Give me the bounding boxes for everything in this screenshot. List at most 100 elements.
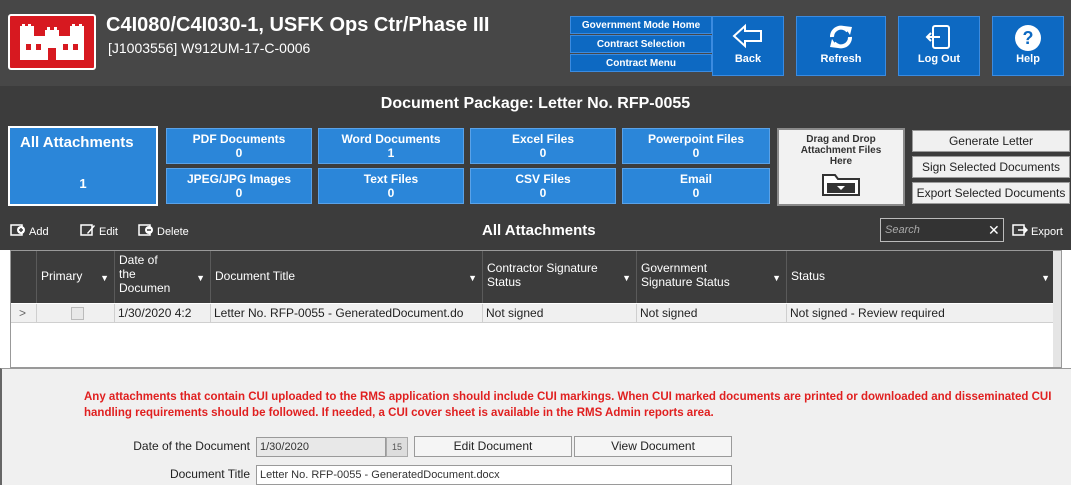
drag-drop-zone[interactable]: Drag and Drop Attachment Files Here [777, 128, 905, 206]
sign-selected-documents-button[interactable]: Sign Selected Documents [912, 156, 1070, 178]
status-cell: Not signed - Review required [790, 306, 945, 320]
tile-csv-files[interactable]: CSV Files 0 [470, 168, 616, 204]
column-header-contractor-signature[interactable]: Contractor Signature Status ▼ [483, 251, 637, 303]
refresh-button[interactable]: Refresh [796, 16, 886, 76]
tile-count: 1 [387, 146, 395, 160]
column-header-label: Contractor Signature Status [487, 261, 598, 289]
contractor-status-cell: Not signed [483, 304, 637, 323]
refresh-label: Refresh [820, 53, 862, 65]
filter-icon[interactable]: ▼ [772, 271, 781, 285]
add-label: Add [29, 225, 49, 238]
back-label: Back [734, 53, 762, 65]
edit-button[interactable]: Edit [80, 223, 118, 240]
tile-count: 0 [692, 146, 700, 160]
government-mode-home-link[interactable]: Government Mode Home [570, 16, 712, 34]
app-header: C4I080/C4I030-1, USFK Ops Ctr/Phase III … [0, 0, 1071, 86]
filter-icon[interactable]: ▼ [196, 271, 205, 285]
tile-email[interactable]: Email 0 [622, 168, 770, 204]
column-header-label: Primary [41, 269, 83, 283]
attachments-grid: Primary ▼ Date of the Documen ▼ Document… [10, 250, 1062, 368]
clear-search-icon[interactable]: ✕ [988, 222, 1000, 239]
column-header-status[interactable]: Status ▼ [787, 251, 1055, 303]
primary-cell [37, 304, 115, 323]
table-row[interactable]: > 1/30/2020 4:2 Letter No. RFP-0055 - Ge… [11, 304, 1061, 323]
date-label: Date of the Document [133, 439, 250, 453]
tile-word-documents[interactable]: Word Documents 1 [318, 128, 464, 164]
tile-text-files[interactable]: Text Files 0 [318, 168, 464, 204]
document-package-title: Document Package: Letter No. RFP-0055 [0, 86, 1071, 122]
date-cell: 1/30/2020 4:2 [115, 304, 211, 323]
contract-title: C4I080/C4I030-1, USFK Ops Ctr/Phase III [106, 14, 490, 36]
add-button[interactable]: Add [10, 223, 49, 240]
grid-scrollbar[interactable] [1053, 251, 1061, 367]
header-nav-links: Government Mode Home Contract Selection … [570, 16, 712, 73]
tile-powerpoint-files[interactable]: Powerpoint Files 0 [622, 128, 770, 164]
column-header-government-signature[interactable]: Government Signature Status ▼ [637, 251, 787, 303]
date-field[interactable]: 1/30/2020 [256, 437, 386, 457]
svg-text:?: ? [1023, 28, 1034, 48]
contract-selection-link[interactable]: Contract Selection [570, 35, 712, 53]
edit-icon [80, 223, 96, 240]
primary-checkbox[interactable] [71, 307, 84, 320]
tile-label: CSV Files [515, 172, 571, 186]
logout-label: Log Out [917, 53, 961, 65]
grid-header: Primary ▼ Date of the Documen ▼ Document… [11, 251, 1061, 303]
logout-button[interactable]: Log Out [898, 16, 980, 76]
folder-icon [779, 171, 903, 200]
column-header-label: Status [791, 269, 826, 283]
logout-icon [899, 17, 979, 53]
tile-label: Text Files [363, 172, 419, 186]
delete-label: Delete [157, 225, 189, 238]
cui-warning-notice: Any attachments that contain CUI uploade… [84, 391, 1052, 419]
filter-icon[interactable]: ▼ [1041, 271, 1050, 285]
drag-drop-label: Drag and Drop Attachment Files Here [800, 134, 882, 167]
tile-count: 0 [235, 146, 243, 160]
column-header-label: Date of the Documen [119, 253, 171, 295]
tile-all-attachments[interactable]: All Attachments 1 [8, 126, 158, 206]
tile-count: 0 [387, 186, 395, 200]
export-selected-documents-button[interactable]: Export Selected Documents [912, 182, 1070, 204]
refresh-icon [797, 17, 885, 53]
view-document-button[interactable]: View Document [574, 436, 732, 457]
tile-count: 0 [235, 186, 243, 200]
help-button[interactable]: ? Help [992, 16, 1064, 76]
grid-title: All Attachments [482, 222, 596, 239]
generate-letter-button[interactable]: Generate Letter [912, 130, 1070, 152]
delete-button[interactable]: Delete [138, 223, 189, 240]
column-header-document-title[interactable]: Document Title ▼ [211, 251, 483, 303]
row-selector-icon[interactable]: > [11, 304, 37, 323]
delete-icon [138, 223, 154, 240]
document-title-label: Document Title [169, 467, 250, 481]
edit-document-button[interactable]: Edit Document [414, 436, 572, 457]
tile-label: PDF Documents [192, 132, 286, 146]
tile-jpeg-images[interactable]: JPEG/JPG Images 0 [166, 168, 312, 204]
filter-icon[interactable]: ▼ [622, 271, 631, 285]
tile-count: 0 [539, 186, 547, 200]
edit-label: Edit [99, 225, 118, 238]
attachment-filter-tiles: All Attachments 1 PDF Documents 0 Word D… [0, 122, 1071, 210]
contract-menu-link[interactable]: Contract Menu [570, 54, 712, 72]
tile-label: Word Documents [341, 132, 441, 146]
tile-count: 1 [79, 176, 87, 191]
column-header-label: Document Title [215, 269, 296, 283]
export-icon [1012, 223, 1029, 240]
row-indicator-header [11, 251, 37, 303]
help-icon: ? [993, 17, 1063, 53]
tile-count: 0 [692, 186, 700, 200]
filter-icon[interactable]: ▼ [100, 271, 109, 285]
back-arrow-icon [713, 17, 783, 53]
tile-excel-files[interactable]: Excel Files 0 [470, 128, 616, 164]
document-title-field[interactable]: Letter No. RFP-0055 - GeneratedDocument.… [256, 465, 732, 485]
column-header-primary[interactable]: Primary ▼ [37, 251, 115, 303]
export-button[interactable]: Export [1012, 223, 1063, 240]
usace-castle-logo [8, 14, 96, 70]
back-button[interactable]: Back [712, 16, 784, 76]
search-input[interactable]: Search [880, 218, 1004, 242]
tile-label: Powerpoint Files [647, 132, 744, 146]
calendar-icon[interactable]: 15 [386, 437, 408, 457]
column-header-date[interactable]: Date of the Documen ▼ [115, 251, 211, 303]
filter-icon[interactable]: ▼ [468, 271, 477, 285]
tile-pdf-documents[interactable]: PDF Documents 0 [166, 128, 312, 164]
tile-label: Excel Files [511, 132, 575, 146]
tile-label: All Attachments [20, 134, 134, 151]
